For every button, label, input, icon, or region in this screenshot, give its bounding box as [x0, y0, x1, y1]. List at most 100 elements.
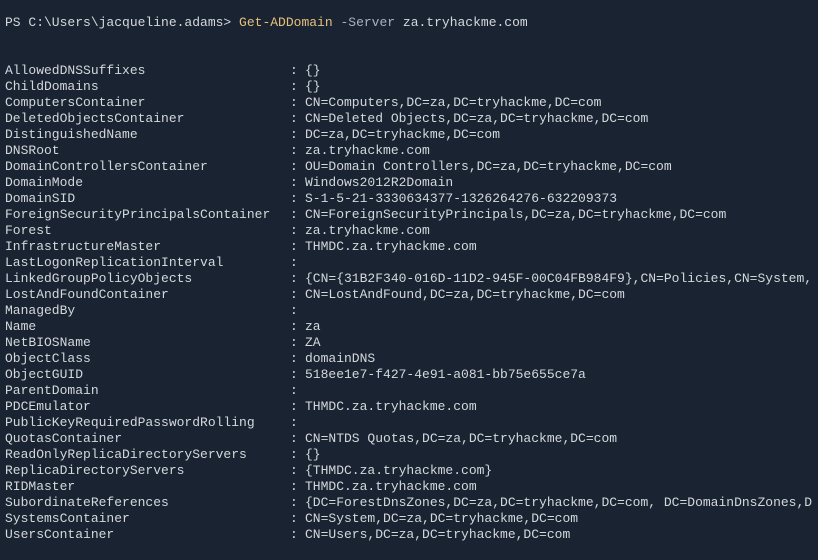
output-value: {THMDC.za.tryhackme.com} [305, 463, 492, 479]
output-line: ObjectGUID:518ee1e7-f427-4e91-a081-bb75e… [5, 367, 813, 383]
output-key: DomainControllersContainer [5, 159, 290, 175]
output-line: ChildDomains:{} [5, 79, 813, 95]
output-colon: : [290, 239, 305, 255]
output-colon: : [290, 479, 305, 495]
output-key: DNSRoot [5, 143, 290, 159]
output-line: ObjectClass:domainDNS [5, 351, 813, 367]
output-colon: : [290, 207, 305, 223]
output-key: SystemsContainer [5, 511, 290, 527]
output-colon: : [290, 415, 305, 431]
output-colon: : [290, 335, 305, 351]
output-value: za.tryhackme.com [305, 223, 430, 239]
output-colon: : [290, 95, 305, 111]
output-key: DeletedObjectsContainer [5, 111, 290, 127]
output-colon: : [290, 351, 305, 367]
output-value: ZA [305, 335, 321, 351]
output-line: AllowedDNSSuffixes:{} [5, 63, 813, 79]
output-key: DomainMode [5, 175, 290, 191]
output-colon: : [290, 495, 305, 511]
output-key: ChildDomains [5, 79, 290, 95]
output-line: ForeignSecurityPrincipalsContainer:CN=Fo… [5, 207, 813, 223]
output-colon: : [290, 191, 305, 207]
output-line: DomainControllersContainer:OU=Domain Con… [5, 159, 813, 175]
output-value: {} [305, 79, 321, 95]
output-value: CN=NTDS Quotas,DC=za,DC=tryhackme,DC=com [305, 431, 617, 447]
output-colon: : [290, 367, 305, 383]
output-value: OU=Domain Controllers,DC=za,DC=tryhackme… [305, 159, 672, 175]
output-key: DomainSID [5, 191, 290, 207]
output-value: THMDC.za.tryhackme.com [305, 239, 477, 255]
output-colon: : [290, 175, 305, 191]
output-value: CN=LostAndFound,DC=za,DC=tryhackme,DC=co… [305, 287, 625, 303]
output-line: DNSRoot:za.tryhackme.com [5, 143, 813, 159]
output-colon: : [290, 303, 305, 319]
output-line: ReplicaDirectoryServers:{THMDC.za.tryhac… [5, 463, 813, 479]
prompt-line[interactable]: PS C:\Users\jacqueline.adams> Get-ADDoma… [5, 15, 813, 31]
output-line: NetBIOSName:ZA [5, 335, 813, 351]
output-value: {} [305, 447, 321, 463]
output-value: THMDC.za.tryhackme.com [305, 399, 477, 415]
output-value: S-1-5-21-3330634377-1326264276-632209373 [305, 191, 617, 207]
output-line: ManagedBy: [5, 303, 813, 319]
output-key: LostAndFoundContainer [5, 287, 290, 303]
output-line: ComputersContainer:CN=Computers,DC=za,DC… [5, 95, 813, 111]
output-key: DistinguishedName [5, 127, 290, 143]
output-colon: : [290, 383, 305, 399]
output-value: CN=Deleted Objects,DC=za,DC=tryhackme,DC… [305, 111, 648, 127]
cmdlet: Get-ADDomain [239, 15, 333, 30]
output-line: UsersContainer:CN=Users,DC=za,DC=tryhack… [5, 527, 813, 543]
output-line: PDCEmulator:THMDC.za.tryhackme.com [5, 399, 813, 415]
output-key: ManagedBy [5, 303, 290, 319]
output-key: Forest [5, 223, 290, 239]
output-key: SubordinateReferences [5, 495, 290, 511]
output-key: ComputersContainer [5, 95, 290, 111]
output-key: ReadOnlyReplicaDirectoryServers [5, 447, 290, 463]
output-value: Windows2012R2Domain [305, 175, 453, 191]
output-line: ParentDomain: [5, 383, 813, 399]
output-colon: : [290, 223, 305, 239]
output-value: THMDC.za.tryhackme.com [305, 479, 477, 495]
output-colon: : [290, 143, 305, 159]
output-line: Forest:za.tryhackme.com [5, 223, 813, 239]
output-key: ForeignSecurityPrincipalsContainer [5, 207, 290, 223]
terminal-output: AllowedDNSSuffixes:{}ChildDomains:{}Comp… [5, 63, 813, 543]
output-line: LostAndFoundContainer:CN=LostAndFound,DC… [5, 287, 813, 303]
output-value: CN=ForeignSecurityPrincipals,DC=za,DC=tr… [305, 207, 726, 223]
output-colon: : [290, 271, 305, 287]
output-line: QuotasContainer:CN=NTDS Quotas,DC=za,DC=… [5, 431, 813, 447]
output-colon: : [290, 319, 305, 335]
output-key: UsersContainer [5, 527, 290, 543]
output-line: SubordinateReferences:{DC=ForestDnsZones… [5, 495, 813, 511]
output-value: CN=Users,DC=za,DC=tryhackme,DC=com [305, 527, 570, 543]
output-key: RIDMaster [5, 479, 290, 495]
param-value: za.tryhackme.com [403, 15, 528, 30]
output-line: DeletedObjectsContainer:CN=Deleted Objec… [5, 111, 813, 127]
output-line: SystemsContainer:CN=System,DC=za,DC=tryh… [5, 511, 813, 527]
output-value: {DC=ForestDnsZones,DC=za,DC=tryhackme,DC… [305, 495, 812, 511]
output-line: ReadOnlyReplicaDirectoryServers:{} [5, 447, 813, 463]
output-line: LinkedGroupPolicyObjects:{CN={31B2F340-0… [5, 271, 813, 287]
output-value: DC=za,DC=tryhackme,DC=com [305, 127, 500, 143]
output-line: InfrastructureMaster:THMDC.za.tryhackme.… [5, 239, 813, 255]
output-colon: : [290, 447, 305, 463]
output-key: PublicKeyRequiredPasswordRolling [5, 415, 290, 431]
output-value: {CN={31B2F340-016D-11D2-945F-00C04FB984F… [305, 271, 812, 287]
output-line: Name:za [5, 319, 813, 335]
output-key: QuotasContainer [5, 431, 290, 447]
output-colon: : [290, 127, 305, 143]
output-value: CN=Computers,DC=za,DC=tryhackme,DC=com [305, 95, 601, 111]
output-value: domainDNS [305, 351, 375, 367]
output-line: DistinguishedName:DC=za,DC=tryhackme,DC=… [5, 127, 813, 143]
output-colon: : [290, 255, 305, 271]
output-key: PDCEmulator [5, 399, 290, 415]
output-colon: : [290, 399, 305, 415]
output-key: ObjectGUID [5, 367, 290, 383]
output-value: 518ee1e7-f427-4e91-a081-bb75e655ce7a [305, 367, 586, 383]
output-key: LinkedGroupPolicyObjects [5, 271, 290, 287]
prompt-path: PS C:\Users\jacqueline.adams> [5, 15, 239, 30]
output-key: InfrastructureMaster [5, 239, 290, 255]
output-line: DomainMode:Windows2012R2Domain [5, 175, 813, 191]
output-colon: : [290, 463, 305, 479]
output-value: {} [305, 63, 321, 79]
output-key: Name [5, 319, 290, 335]
